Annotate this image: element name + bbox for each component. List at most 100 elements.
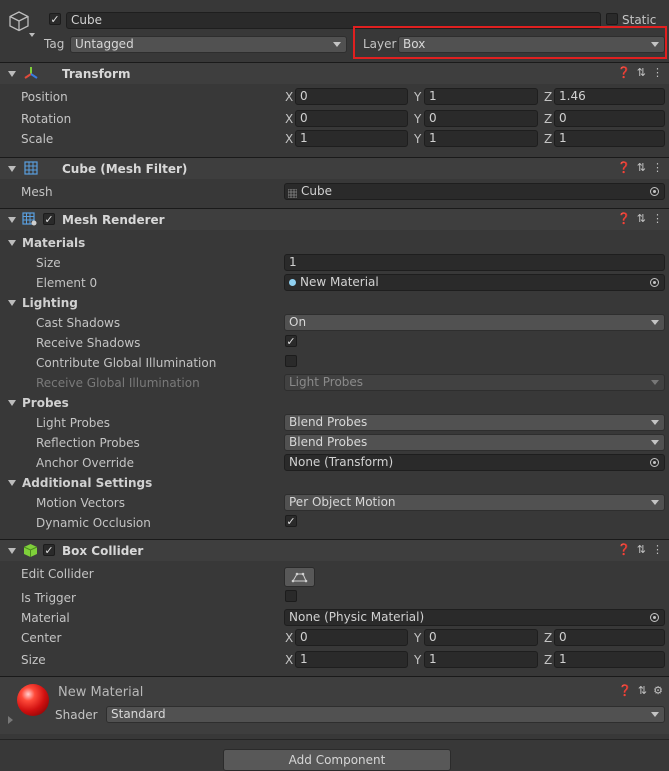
scale-z-input[interactable]: 1 [554, 130, 665, 147]
position-y-input[interactable]: 1 [424, 88, 538, 105]
gear-icon[interactable]: ⚙ [653, 684, 663, 697]
receive-shadows-checkbox[interactable]: ✓ [285, 335, 297, 348]
mesh-filter-title: Cube (Mesh Filter) [62, 162, 188, 176]
chevron-down-icon [333, 42, 341, 47]
static-label: Static [622, 13, 657, 27]
presets-icon[interactable]: ⇅ [637, 212, 646, 225]
scale-x-input[interactable]: 1 [295, 130, 408, 147]
fold-arrow-icon[interactable] [8, 240, 16, 246]
contribute-gi-checkbox[interactable] [285, 355, 297, 367]
tag-value: Untagged [75, 37, 134, 51]
scale-y-label: Y [414, 132, 422, 146]
position-z-input[interactable]: 1.46 [554, 88, 665, 105]
more-options-icon[interactable]: ⋮ [652, 543, 663, 556]
fold-arrow-icon[interactable] [8, 300, 16, 306]
edit-collider-button[interactable] [284, 567, 315, 587]
lighting-foldout[interactable]: Lighting [8, 296, 78, 310]
layer-dropdown[interactable]: Box [398, 36, 665, 53]
presets-icon[interactable]: ⇅ [638, 684, 647, 697]
active-checkbox[interactable]: ✓ [49, 13, 61, 26]
reflection-probes-label: Reflection Probes [36, 436, 140, 450]
cast-shadows-dropdown[interactable]: On [284, 314, 665, 331]
add-component-button[interactable]: Add Component [223, 749, 451, 771]
size-y-input[interactable]: 1 [424, 651, 538, 668]
dynamic-occlusion-checkbox[interactable]: ✓ [285, 515, 297, 528]
rotation-x-input[interactable]: 0 [295, 110, 408, 127]
fold-arrow-icon[interactable] [8, 166, 16, 172]
more-options-icon[interactable]: ⋮ [652, 66, 663, 79]
help-icon[interactable]: ❓ [617, 212, 631, 225]
box-collider-title: Box Collider [62, 544, 144, 558]
position-z-label: Z [544, 90, 553, 104]
box-collider-enabled-checkbox[interactable]: ✓ [43, 544, 55, 557]
receive-gi-value: Light Probes [289, 375, 364, 389]
more-options-icon[interactable]: ⋮ [652, 161, 663, 174]
scale-x-label: X [285, 132, 294, 146]
object-picker-icon[interactable] [650, 458, 659, 467]
scale-y-input[interactable]: 1 [424, 130, 538, 147]
box-collider-header[interactable]: ✓ Box Collider ❓ ⇅ ⋮ [0, 539, 669, 561]
materials-size-input[interactable]: 1 [284, 254, 665, 271]
center-x-input[interactable]: 0 [295, 629, 408, 646]
chevron-down-icon [651, 320, 659, 325]
motion-vectors-dropdown[interactable]: Per Object Motion [284, 494, 665, 511]
more-options-icon[interactable]: ⋮ [652, 212, 663, 225]
mesh-filter-header[interactable]: Cube (Mesh Filter) ❓ ⇅ ⋮ [0, 157, 669, 179]
additional-settings-foldout[interactable]: Additional Settings [8, 476, 152, 490]
material-expand-arrow[interactable] [8, 716, 13, 724]
mesh-object-field[interactable]: Cube [284, 183, 665, 200]
static-checkbox[interactable] [606, 13, 618, 25]
collider-material-field[interactable]: None (Physic Material) [284, 609, 665, 626]
transform-header[interactable]: Transform ❓ ⇅ ⋮ [0, 62, 669, 84]
material-preview-sphere[interactable] [17, 684, 49, 716]
size-label: Size [21, 653, 46, 667]
probes-foldout[interactable]: Probes [8, 396, 69, 410]
mesh-renderer-title: Mesh Renderer [62, 213, 165, 227]
object-picker-icon[interactable] [650, 278, 659, 287]
chevron-down-icon [651, 712, 659, 717]
gameobject-icon-dropdown[interactable] [29, 33, 35, 37]
fold-arrow-icon[interactable] [8, 217, 16, 223]
shader-dropdown[interactable]: Standard [106, 706, 665, 723]
fold-arrow-icon[interactable] [8, 480, 16, 486]
mesh-renderer-header[interactable]: ✓ Mesh Renderer ❓ ⇅ ⋮ [0, 208, 669, 230]
fold-arrow-icon[interactable] [8, 400, 16, 406]
object-picker-icon[interactable] [650, 613, 659, 622]
center-z-input[interactable]: 0 [554, 629, 665, 646]
fold-arrow-icon[interactable] [8, 71, 16, 77]
position-x-input[interactable]: 0 [295, 88, 408, 105]
center-y-input[interactable]: 0 [424, 629, 538, 646]
presets-icon[interactable]: ⇅ [637, 543, 646, 556]
size-x-input[interactable]: 1 [295, 651, 408, 668]
material-sphere-icon [289, 279, 296, 286]
center-y-label: Y [414, 631, 422, 645]
help-icon[interactable]: ❓ [617, 161, 631, 174]
light-probes-value: Blend Probes [289, 415, 368, 429]
element0-object-field[interactable]: New Material [284, 274, 665, 291]
is-trigger-checkbox[interactable] [285, 590, 297, 602]
chevron-down-icon [651, 440, 659, 445]
chevron-down-icon [651, 420, 659, 425]
rotation-z-input[interactable]: 0 [554, 110, 665, 127]
tag-dropdown[interactable]: Untagged [70, 36, 347, 53]
object-picker-icon[interactable] [650, 187, 659, 196]
reflection-probes-dropdown[interactable]: Blend Probes [284, 434, 665, 451]
help-icon[interactable]: ❓ [617, 543, 631, 556]
mesh-renderer-enabled-checkbox[interactable]: ✓ [43, 213, 55, 226]
mesh-renderer-icon [22, 212, 37, 229]
help-icon[interactable]: ❓ [618, 684, 632, 697]
size-z-input[interactable]: 1 [554, 651, 665, 668]
rotation-y-input[interactable]: 0 [424, 110, 538, 127]
presets-icon[interactable]: ⇅ [637, 161, 646, 174]
light-probes-dropdown[interactable]: Blend Probes [284, 414, 665, 431]
fold-arrow-icon[interactable] [8, 548, 16, 554]
anchor-override-field[interactable]: None (Transform) [284, 454, 665, 471]
help-icon[interactable]: ❓ [617, 66, 631, 79]
presets-icon[interactable]: ⇅ [637, 66, 646, 79]
dynamic-occlusion-label: Dynamic Occlusion [36, 516, 151, 530]
shader-value: Standard [111, 707, 166, 721]
scale-label: Scale [21, 132, 54, 146]
center-x-label: X [285, 631, 294, 645]
layer-label: Layer [363, 37, 397, 51]
materials-foldout[interactable]: Materials [8, 236, 85, 250]
